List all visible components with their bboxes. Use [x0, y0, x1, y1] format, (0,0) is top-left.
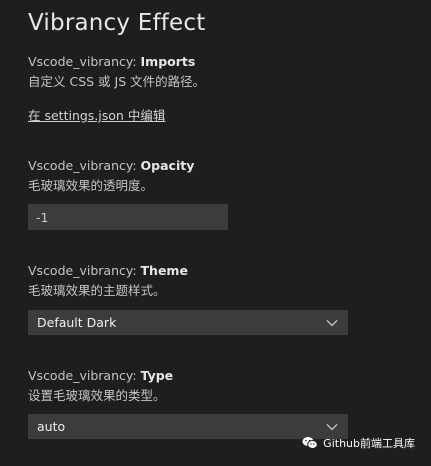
watermark-text: Github前端工具库	[323, 437, 415, 450]
setting-theme-prefix: Vscode_vibrancy:	[28, 263, 141, 278]
type-select[interactable]: auto	[28, 414, 348, 439]
theme-select[interactable]: Default Dark	[28, 310, 348, 335]
setting-type-key: Type	[140, 368, 174, 383]
chevron-down-icon	[325, 316, 339, 330]
theme-select-value: Default Dark	[37, 315, 117, 330]
setting-type-prefix: Vscode_vibrancy:	[28, 368, 141, 383]
setting-imports-description: 自定义 CSS 或 JS 文件的路径。	[28, 74, 206, 89]
page-title: Vibrancy Effect	[28, 10, 206, 36]
setting-type: Vscode_vibrancy: Type 设置毛玻璃效果的类型。	[28, 367, 408, 404]
setting-opacity-prefix: Vscode_vibrancy:	[28, 158, 141, 173]
setting-theme-description: 毛玻璃效果的主题样式。	[28, 283, 166, 298]
setting-theme-key: Theme	[140, 263, 188, 278]
opacity-input[interactable]	[28, 204, 228, 230]
setting-imports-title: Vscode_vibrancy: Imports	[28, 53, 408, 70]
wechat-icon	[302, 436, 318, 450]
setting-type-description: 设置毛玻璃效果的类型。	[28, 388, 166, 403]
setting-theme-title: Vscode_vibrancy: Theme	[28, 262, 408, 279]
type-select-value: auto	[37, 419, 66, 434]
setting-imports-prefix: Vscode_vibrancy:	[28, 54, 141, 69]
watermark: Github前端工具库	[302, 435, 415, 451]
edit-in-settings-json-link[interactable]: 在 settings.json 中编辑	[28, 105, 165, 124]
setting-opacity-title: Vscode_vibrancy: Opacity	[28, 157, 408, 174]
setting-theme: Vscode_vibrancy: Theme 毛玻璃效果的主题样式。	[28, 262, 408, 299]
setting-type-title: Vscode_vibrancy: Type	[28, 367, 408, 384]
setting-imports-key: Imports	[140, 54, 196, 69]
setting-imports: Vscode_vibrancy: Imports 自定义 CSS 或 JS 文件…	[28, 53, 408, 90]
chevron-down-icon	[325, 420, 339, 434]
setting-opacity-key: Opacity	[140, 158, 195, 173]
setting-opacity-description: 毛玻璃效果的透明度。	[28, 178, 154, 193]
setting-opacity: Vscode_vibrancy: Opacity 毛玻璃效果的透明度。	[28, 157, 408, 194]
